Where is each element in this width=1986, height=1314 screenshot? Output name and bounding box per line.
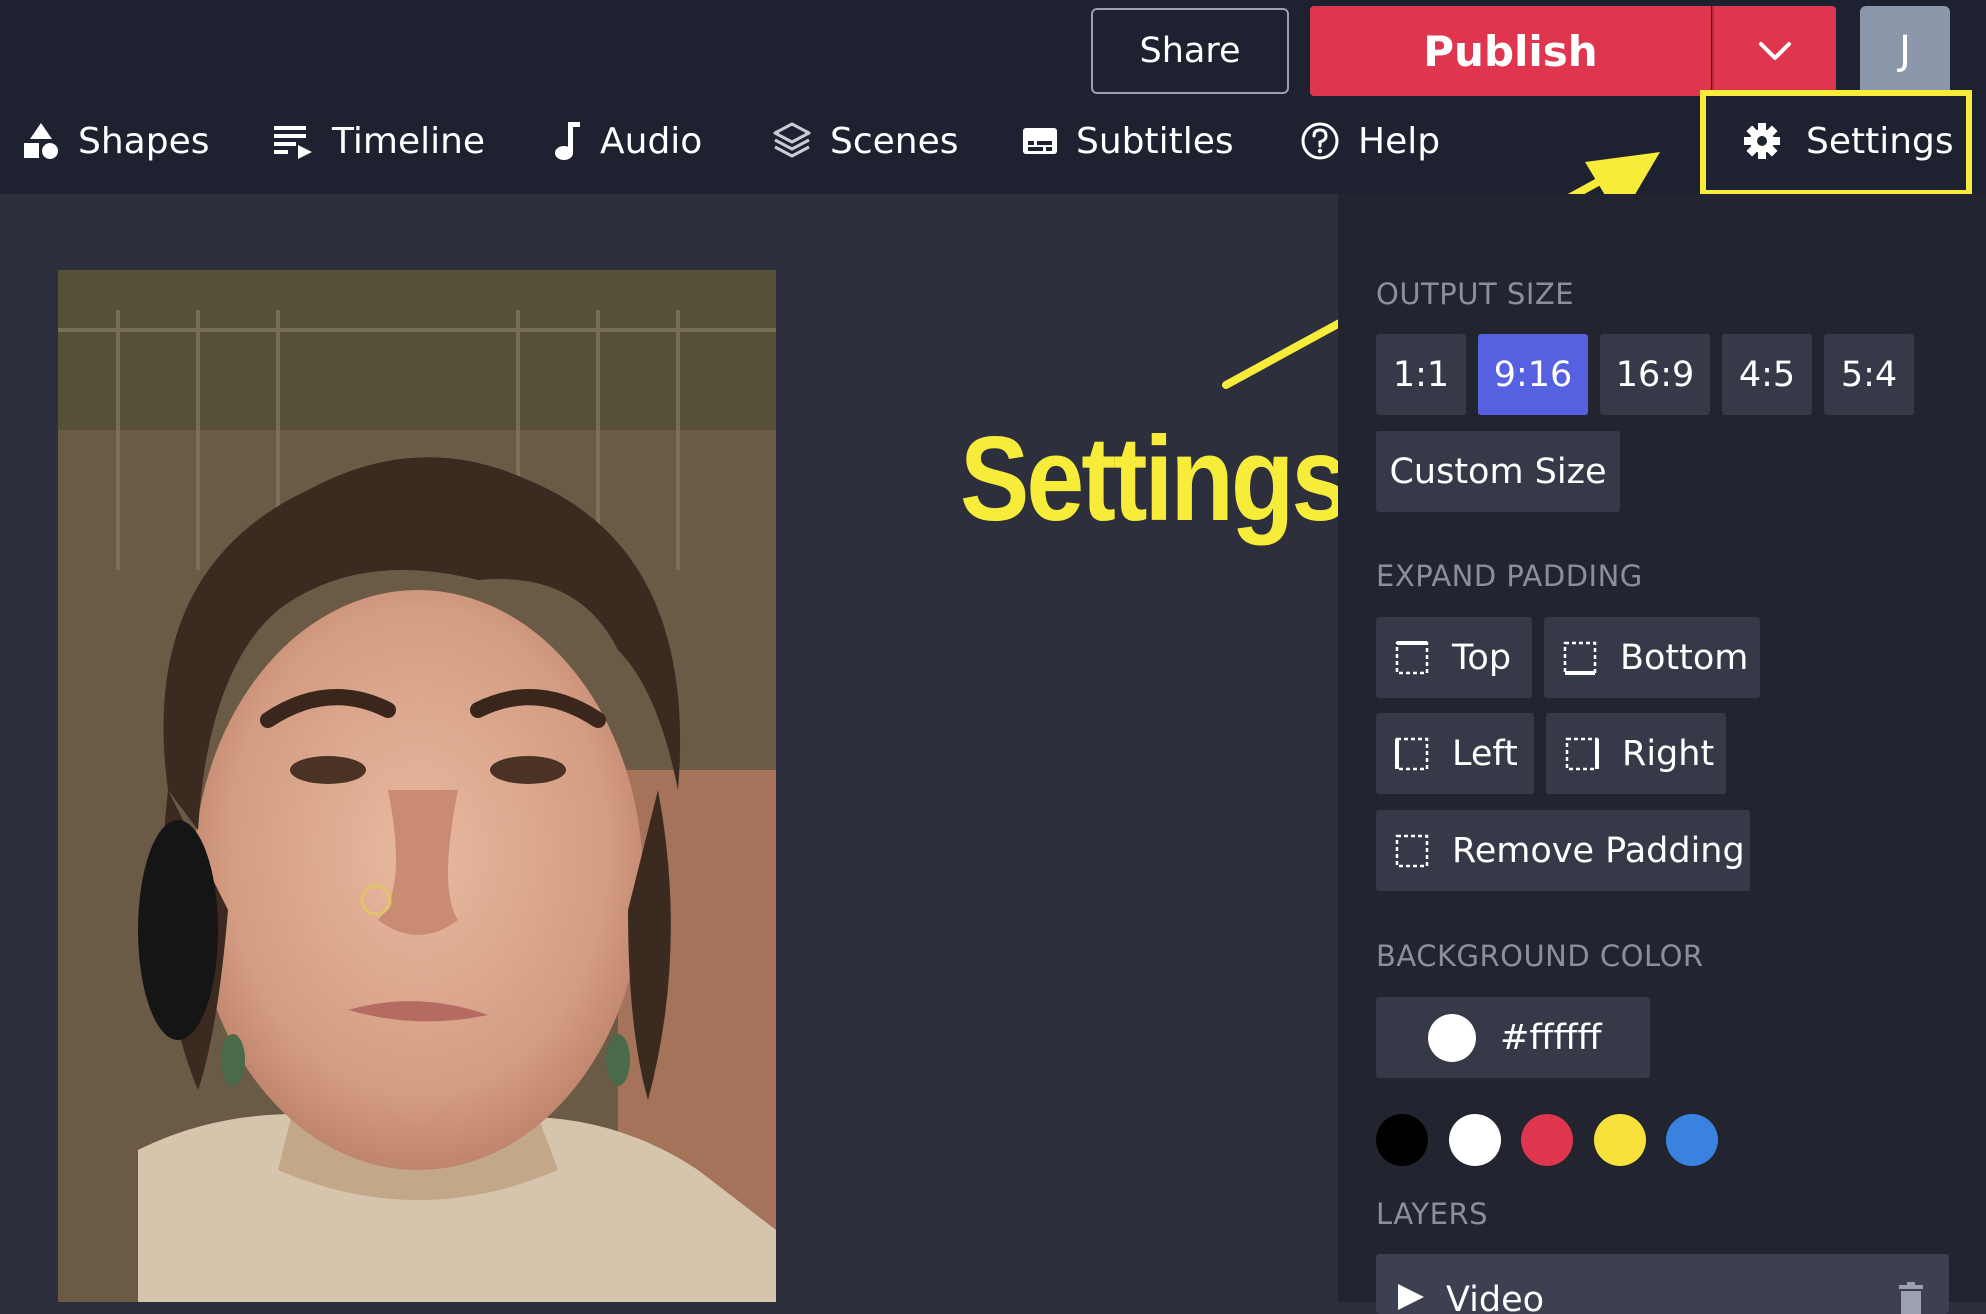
size-option-16-9[interactable]: 16:9 (1600, 334, 1710, 415)
settings-highlight-box (1700, 90, 1972, 196)
expand-padding-heading: EXPAND PADDING (1376, 559, 1643, 593)
nav-scenes[interactable]: Scenes (772, 113, 959, 169)
timeline-icon (274, 126, 312, 159)
music-note-icon (555, 122, 580, 160)
pad-top-button[interactable]: Top (1376, 617, 1532, 698)
swatch-black[interactable] (1376, 1114, 1428, 1166)
publish-button[interactable]: Publish (1310, 6, 1711, 96)
swatch-red[interactable] (1521, 1114, 1573, 1166)
trash-icon[interactable] (1896, 1282, 1926, 1314)
layer-row-video[interactable]: Video (1376, 1254, 1949, 1314)
pad-top-label: Top (1452, 637, 1512, 678)
nav-scenes-label: Scenes (830, 120, 959, 162)
swatch-yellow[interactable] (1594, 1114, 1646, 1166)
pad-left-label: Left (1452, 733, 1518, 774)
shapes-icon (24, 123, 58, 159)
settings-annotation-label: Settings (960, 413, 1349, 547)
video-preview[interactable] (58, 270, 776, 1302)
pad-bottom-button[interactable]: Bottom (1544, 617, 1760, 698)
background-color-value: #ffffff (1500, 1017, 1602, 1058)
portrait-photo (58, 270, 776, 1302)
pad-right-label: Right (1622, 733, 1715, 774)
padding-none-icon (1395, 834, 1429, 867)
custom-size-button[interactable]: Custom Size (1376, 431, 1620, 512)
publish-dropdown-button[interactable] (1712, 6, 1836, 96)
size-option-1-1[interactable]: 1:1 (1376, 334, 1466, 415)
share-button[interactable]: Share (1091, 8, 1289, 94)
swatch-white[interactable] (1449, 1114, 1501, 1166)
pad-left-button[interactable]: Left (1376, 713, 1534, 794)
padding-bottom-icon (1563, 641, 1597, 675)
current-color-swatch (1428, 1013, 1476, 1062)
size-option-9-16[interactable]: 9:16 (1478, 334, 1588, 415)
pad-right-button[interactable]: Right (1546, 713, 1726, 794)
layers-icon (773, 122, 811, 158)
size-option-4-5[interactable]: 4:5 (1722, 334, 1812, 415)
avatar[interactable]: J (1860, 6, 1950, 96)
padding-top-icon (1395, 640, 1429, 674)
padding-left-icon (1395, 737, 1429, 770)
background-color-heading: BACKGROUND COLOR (1376, 939, 1704, 973)
size-option-5-4[interactable]: 5:4 (1824, 334, 1914, 415)
subtitles-icon (1023, 128, 1057, 154)
nav-audio[interactable]: Audio (552, 113, 702, 169)
nav-shapes-label: Shapes (78, 120, 210, 162)
nav-audio-label: Audio (600, 120, 703, 162)
layers-heading: LAYERS (1376, 1197, 1489, 1231)
background-color-picker[interactable]: #ffffff (1376, 997, 1650, 1078)
pad-bottom-label: Bottom (1620, 637, 1749, 678)
nav-timeline[interactable]: Timeline (272, 113, 485, 169)
remove-padding-label: Remove Padding (1452, 830, 1745, 871)
chevron-down-icon (1759, 42, 1791, 60)
output-size-heading: OUTPUT SIZE (1376, 277, 1575, 311)
play-icon (1398, 1284, 1424, 1310)
remove-padding-button[interactable]: Remove Padding (1376, 810, 1750, 891)
layer-label: Video (1446, 1280, 1545, 1314)
nav-shapes[interactable]: Shapes (22, 113, 209, 169)
swatch-blue[interactable] (1666, 1114, 1718, 1166)
padding-right-icon (1565, 737, 1599, 770)
nav-timeline-label: Timeline (332, 120, 486, 162)
